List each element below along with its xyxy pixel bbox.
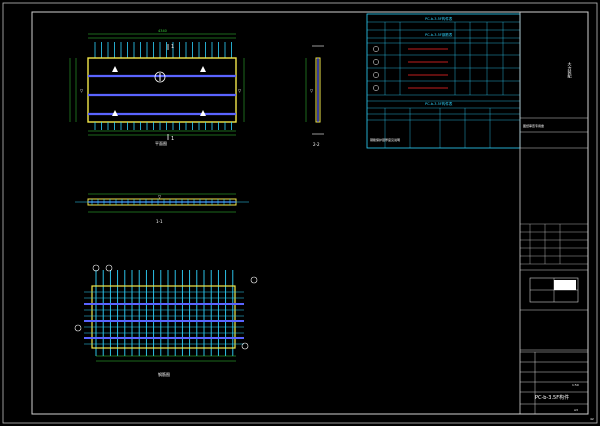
cad-drawing-sheet: 1 1 ▽ ▽ 4340 平面图 ▽ 2-2 ▽ 1-1 钢筋图 PC-b-3.… — [2, 2, 598, 424]
section-2-2-label: 2-2 — [313, 142, 320, 147]
plan-label: 平面图 — [155, 140, 167, 146]
title-sheet-size: A3 — [574, 408, 578, 412]
title-note: 图纸审查专用章 — [523, 123, 544, 128]
svg-text:▽: ▽ — [80, 88, 84, 93]
remark-text: 钢筋保护层厚度见说明 — [370, 137, 400, 142]
svg-text:▽: ▽ — [238, 88, 242, 93]
svg-text:▽: ▽ — [310, 88, 314, 93]
drawing-frame — [31, 11, 589, 415]
section-mark-bottom: 1 — [171, 136, 174, 142]
rebar-callout-icon — [74, 324, 82, 332]
rebar-callout-icon — [241, 342, 249, 350]
rebar-view: 钢筋图 — [74, 264, 258, 377]
plan-view: 1 1 ▽ ▽ 4340 平面图 — [69, 29, 245, 146]
svg-text:▽: ▽ — [158, 194, 162, 199]
table-title-1: PC-b-3.5F构件表 — [425, 16, 453, 21]
title-scale: 1:50 — [572, 383, 579, 387]
title-drawing-name: PC-b-3.5F构件 — [535, 394, 569, 401]
title-company: 大力装配 — [568, 61, 573, 79]
rebar-callout-icon — [250, 276, 258, 284]
section-mark-top: 1 — [171, 44, 174, 50]
rebar-callout-icon — [105, 264, 113, 272]
table-title-2: PC-b-3.5F钢筋表 — [425, 32, 453, 37]
title-page-number: 42 — [590, 417, 594, 421]
plan-dim-total: 4340 — [158, 29, 167, 33]
section-1-1: ▽ 1-1 — [75, 193, 249, 224]
table-title-3: PC-b-3.5F构件表 — [425, 101, 453, 106]
title-block: 大力装配 图纸审查专用章 1:50 PC-b-3.5F构件 A3 42 — [519, 12, 594, 421]
component-tables: PC-b-3.5F构件表 PC-b-3.5F钢筋表 PC-b-3.5F构件表 — [366, 13, 521, 149]
section-1-1-label: 1-1 — [156, 219, 163, 224]
outer-border — [2, 2, 598, 424]
section-2-2: ▽ 2-2 — [305, 45, 324, 147]
rebar-label: 钢筋图 — [158, 371, 170, 377]
